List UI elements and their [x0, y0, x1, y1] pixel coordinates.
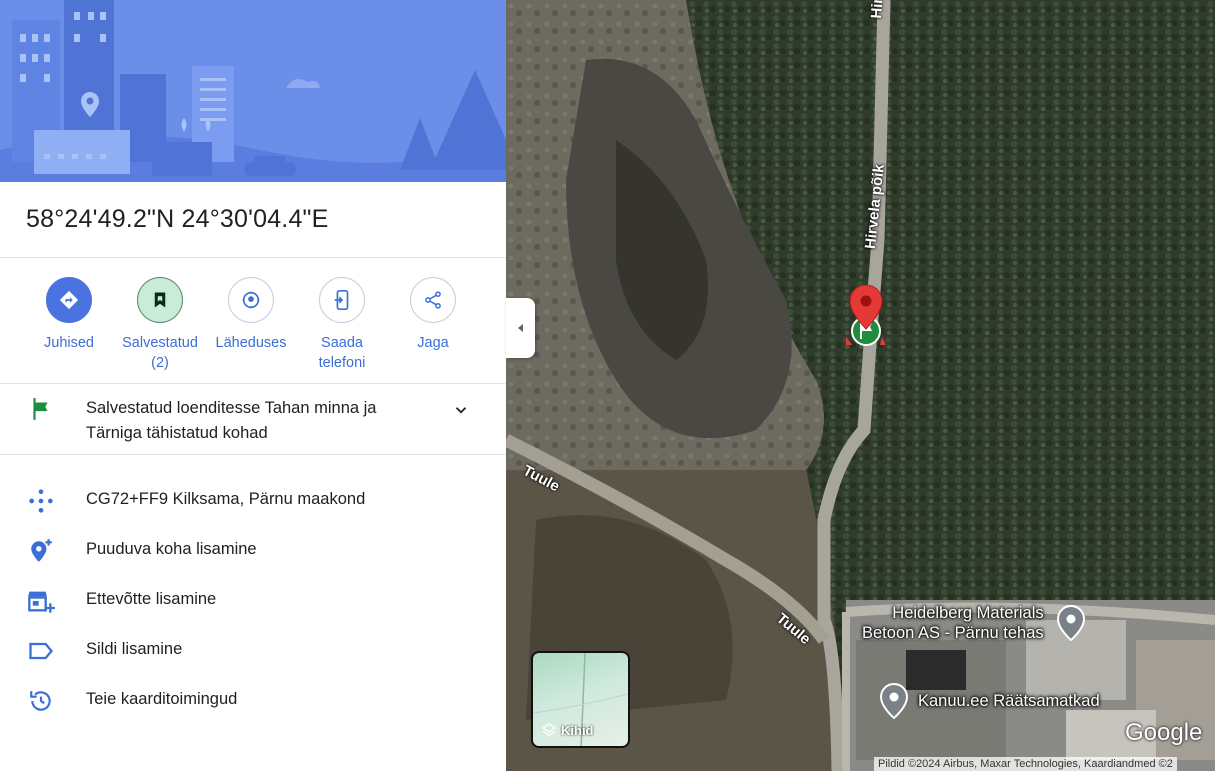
plus-code-row[interactable]: CG72+FF9 Kilksama, Pärnu maakond [0, 480, 506, 520]
map-pin-icon [846, 284, 886, 346]
add-label-text: Sildi lisamine [86, 640, 183, 658]
divider [0, 257, 506, 258]
add-business-icon [26, 586, 56, 616]
send-to-phone-button[interactable]: Saada telefoni [296, 277, 388, 373]
flag-icon [28, 396, 54, 427]
directions-label: Juhised [44, 335, 94, 351]
dropped-pin[interactable] [842, 284, 890, 355]
add-missing-place-text: Puuduva koha lisamine [86, 540, 257, 558]
send-to-phone-label: Saada telefoni [318, 335, 366, 371]
chevron-left-icon [517, 324, 523, 332]
hero-illustration [0, 0, 506, 182]
add-business-text: Ettevõtte lisamine [86, 590, 217, 608]
saved-lists-row[interactable]: Salvestatud loenditesse Tahan minna ja T… [0, 384, 506, 454]
poi-kanuu[interactable]: Kanuu.ee Räätsamatkad [918, 691, 1100, 711]
layers-button[interactable]: Kihid [531, 651, 630, 748]
nearby-icon [228, 277, 274, 323]
map-activity-row[interactable]: Teie kaarditoimingud [0, 680, 506, 720]
directions-icon [46, 277, 92, 323]
share-label: Jaga [417, 335, 449, 351]
poi-pin-icon[interactable] [1056, 604, 1086, 646]
poi-name: Betoon AS - Pärnu tehas [862, 624, 1044, 642]
divider [0, 454, 506, 455]
layers-label-wrap: Kihid [541, 722, 594, 738]
poi-pin-icon[interactable] [879, 682, 909, 724]
layers-icon [541, 723, 557, 737]
plus-code-text: CG72+FF9 Kilksama, Pärnu maakond [86, 490, 366, 508]
add-business-row[interactable]: Ettevõtte lisamine [0, 580, 506, 620]
google-logo: Google [1125, 719, 1203, 746]
label-icon [26, 636, 56, 666]
collapse-panel-button[interactable] [506, 298, 535, 358]
add-label-row[interactable]: Sildi lisamine [0, 630, 506, 670]
poi-name: Heidelberg Materials [892, 604, 1044, 622]
send-to-phone-icon [319, 277, 365, 323]
place-coordinates: 58°24'49.2"N 24°30'04.4"E [26, 205, 329, 233]
directions-button[interactable]: Juhised [23, 277, 115, 353]
share-button[interactable]: Jaga [387, 277, 479, 353]
saved-label: Salvestatud (2) [122, 335, 198, 371]
nearby-button[interactable]: Läheduses [205, 277, 297, 353]
layers-label: Kihid [561, 722, 594, 738]
chevron-down-icon[interactable] [452, 401, 470, 424]
side-panel: 58°24'49.2"N 24°30'04.4"E Juhised Salves… [0, 0, 506, 771]
satellite-map[interactable]: Hirvela Hirvela põik Tuule Tuule Heidelb… [506, 0, 1215, 771]
add-missing-place-row[interactable]: Puuduva koha lisamine [0, 530, 506, 570]
map-attribution[interactable]: Pildid ©2024 Airbus, Maxar Technologies,… [874, 757, 1177, 771]
map-activity-text: Teie kaarditoimingud [86, 690, 238, 708]
saved-lists-text: Salvestatud loenditesse Tahan minna ja T… [86, 399, 377, 442]
bookmark-icon [137, 277, 183, 323]
poi-heidelberg[interactable]: Heidelberg Materials Betoon AS - Pärnu t… [862, 603, 1044, 643]
history-icon [26, 686, 56, 716]
plus-code-icon [26, 486, 56, 516]
nearby-label: Läheduses [215, 335, 287, 351]
add-place-icon [26, 536, 56, 566]
share-icon [410, 277, 456, 323]
action-bar: Juhised Salvestatud (2) Läheduses Saada … [0, 277, 506, 373]
saved-button[interactable]: Salvestatud (2) [114, 277, 206, 373]
city-illustration [0, 0, 506, 182]
